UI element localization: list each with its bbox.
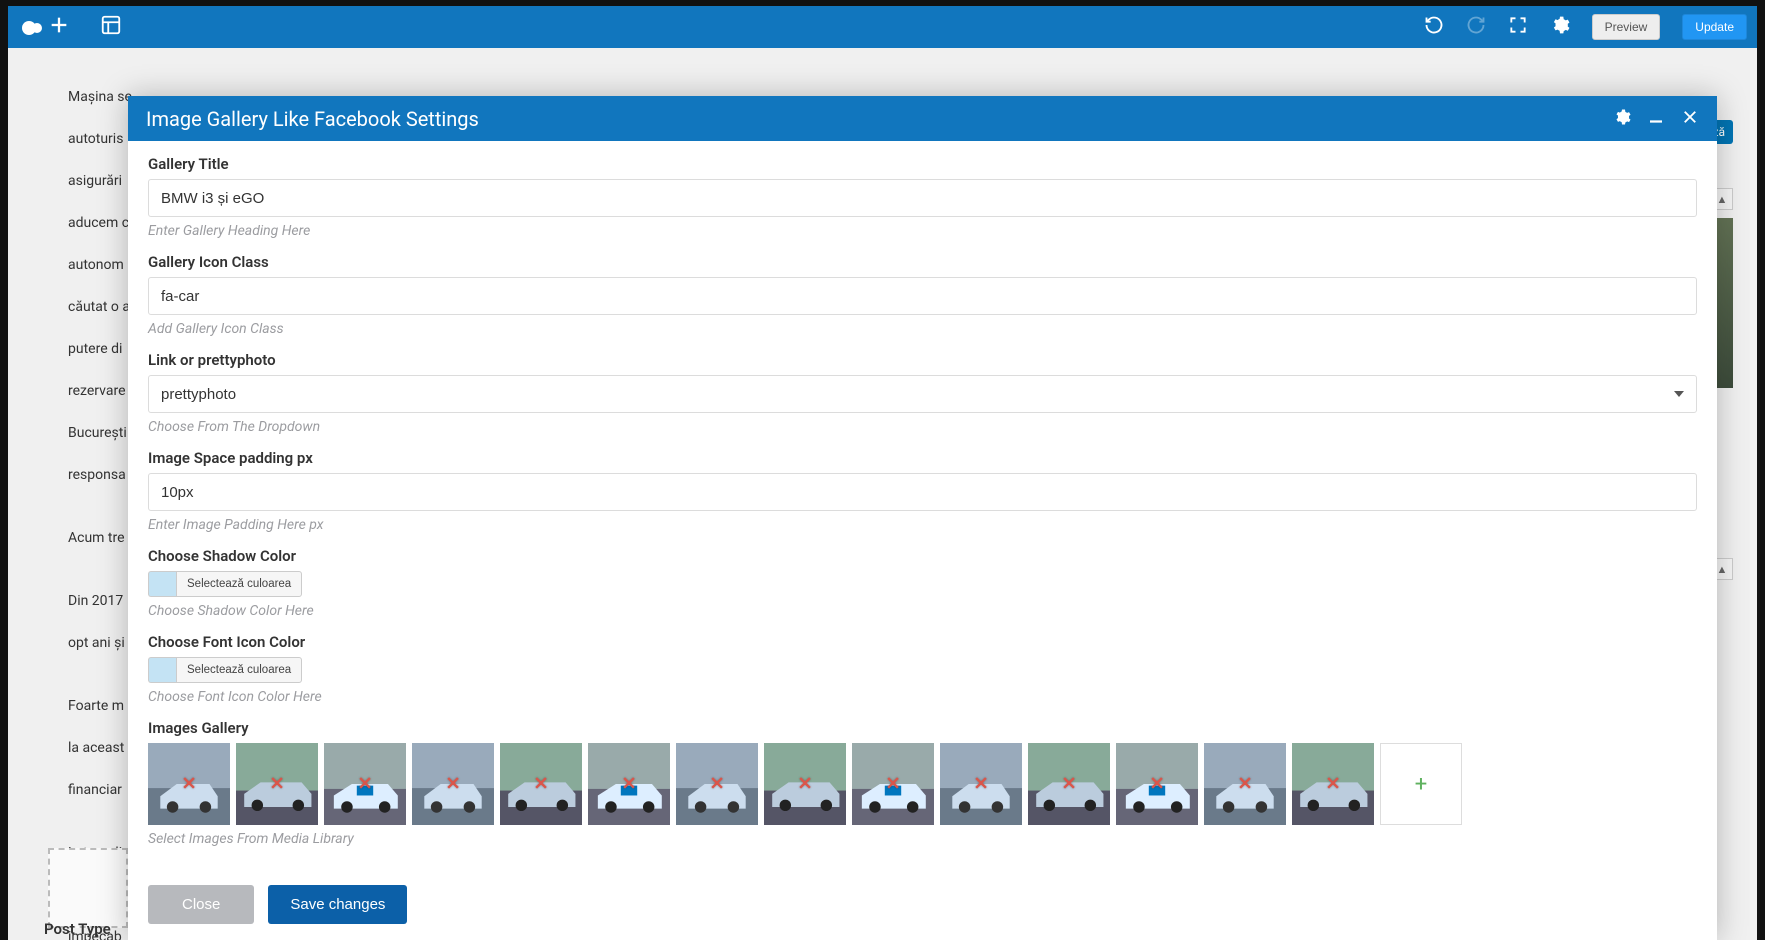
remove-thumb-icon[interactable]: ✕ <box>1061 774 1076 795</box>
shadow-color-button[interactable]: Selectează culoarea <box>176 571 302 597</box>
padding-input[interactable] <box>148 473 1697 511</box>
main-toolbar: Preview Update <box>8 6 1757 48</box>
close-button[interactable]: Close <box>148 885 254 924</box>
link-pp-hint: Choose From The Dropdown <box>148 419 1697 435</box>
preview-button[interactable]: Preview <box>1592 14 1661 40</box>
gallery-thumb[interactable]: ✕ <box>412 743 494 825</box>
undo-icon[interactable] <box>1424 15 1444 39</box>
gallery-thumb[interactable]: ✕ <box>500 743 582 825</box>
icon-class-input[interactable] <box>148 277 1697 315</box>
modal-header: Image Gallery Like Facebook Settings <box>128 96 1717 141</box>
gallery-title-label: Gallery Title <box>148 155 1697 173</box>
gallery-thumb[interactable]: ✕ <box>1204 743 1286 825</box>
remove-thumb-icon[interactable]: ✕ <box>269 774 284 795</box>
gallery-thumb[interactable]: ✕ <box>588 743 670 825</box>
editor-canvas: Mașina se autoturis asigurări aducem c a… <box>8 48 1757 940</box>
icon-class-hint: Add Gallery Icon Class <box>148 321 1697 337</box>
remove-thumb-icon[interactable]: ✕ <box>1237 774 1252 795</box>
fullscreen-icon[interactable] <box>1508 15 1528 39</box>
font-icon-color-label: Choose Font Icon Color <box>148 633 1697 651</box>
shadow-color-hint: Choose Shadow Color Here <box>148 603 1697 619</box>
drop-zone[interactable] <box>48 848 128 928</box>
gallery-thumb[interactable]: ✕ <box>148 743 230 825</box>
close-icon[interactable] <box>1681 107 1699 131</box>
icon-class-label: Gallery Icon Class <box>148 253 1697 271</box>
padding-hint: Enter Image Padding Here px <box>148 517 1697 533</box>
shadow-color-label: Choose Shadow Color <box>148 547 1697 565</box>
save-button[interactable]: Save changes <box>268 885 407 924</box>
gallery-thumb[interactable]: ✕ <box>236 743 318 825</box>
gallery-thumb[interactable]: ✕ <box>940 743 1022 825</box>
link-pp-select[interactable]: prettyphoto <box>148 375 1697 413</box>
gallery-thumb[interactable]: ✕ <box>676 743 758 825</box>
add-image-button[interactable]: + <box>1380 743 1462 825</box>
gallery-thumb[interactable]: ✕ <box>764 743 846 825</box>
settings-modal: Image Gallery Like Facebook Settings Gal… <box>128 96 1717 940</box>
remove-thumb-icon[interactable]: ✕ <box>621 774 636 795</box>
post-type-label: Post Type <box>44 920 111 938</box>
remove-thumb-icon[interactable]: ✕ <box>533 774 548 795</box>
redo-icon <box>1466 15 1486 39</box>
remove-thumb-icon[interactable]: ✕ <box>1149 774 1164 795</box>
gear-icon[interactable] <box>1550 15 1570 39</box>
gallery-thumb[interactable]: ✕ <box>1292 743 1374 825</box>
modal-title: Image Gallery Like Facebook Settings <box>146 107 479 131</box>
remove-thumb-icon[interactable]: ✕ <box>357 774 372 795</box>
remove-thumb-icon[interactable]: ✕ <box>797 774 812 795</box>
shadow-color-swatch[interactable] <box>148 571 176 597</box>
link-pp-label: Link or prettyphoto <box>148 351 1697 369</box>
gallery-thumb[interactable]: ✕ <box>1028 743 1110 825</box>
gallery-thumb[interactable]: ✕ <box>1116 743 1198 825</box>
add-icon[interactable] <box>48 14 70 40</box>
modal-gear-icon[interactable] <box>1613 107 1631 131</box>
remove-thumb-icon[interactable]: ✕ <box>885 774 900 795</box>
minimize-icon[interactable] <box>1647 107 1665 131</box>
background-content-truncated: Mașina se autoturis asigurări aducem c a… <box>68 66 136 940</box>
remove-thumb-icon[interactable]: ✕ <box>1325 774 1340 795</box>
font-icon-color-swatch[interactable] <box>148 657 176 683</box>
modal-body[interactable]: Gallery Title Enter Gallery Heading Here… <box>128 141 1717 873</box>
gallery-title-input[interactable] <box>148 179 1697 217</box>
font-icon-color-hint: Choose Font Icon Color Here <box>148 689 1697 705</box>
layout-icon[interactable] <box>100 14 122 40</box>
update-button[interactable]: Update <box>1682 14 1747 40</box>
modal-footer: Close Save changes <box>128 873 1717 940</box>
font-icon-color-button[interactable]: Selectează culoarea <box>176 657 302 683</box>
gallery-thumb[interactable]: ✕ <box>852 743 934 825</box>
gallery-title-hint: Enter Gallery Heading Here <box>148 223 1697 239</box>
remove-thumb-icon[interactable]: ✕ <box>709 774 724 795</box>
gallery-thumb-row: ✕ ✕ ✕ ✕ ✕ ✕ ✕ ✕ ✕ ✕ ✕ ✕ ✕ ✕ + <box>148 743 1697 825</box>
padding-label: Image Space padding px <box>148 449 1697 467</box>
images-gallery-hint: Select Images From Media Library <box>148 831 1697 847</box>
remove-thumb-icon[interactable]: ✕ <box>445 774 460 795</box>
gallery-thumb[interactable]: ✕ <box>324 743 406 825</box>
remove-thumb-icon[interactable]: ✕ <box>973 774 988 795</box>
images-gallery-label: Images Gallery <box>148 719 1697 737</box>
remove-thumb-icon[interactable]: ✕ <box>181 774 196 795</box>
